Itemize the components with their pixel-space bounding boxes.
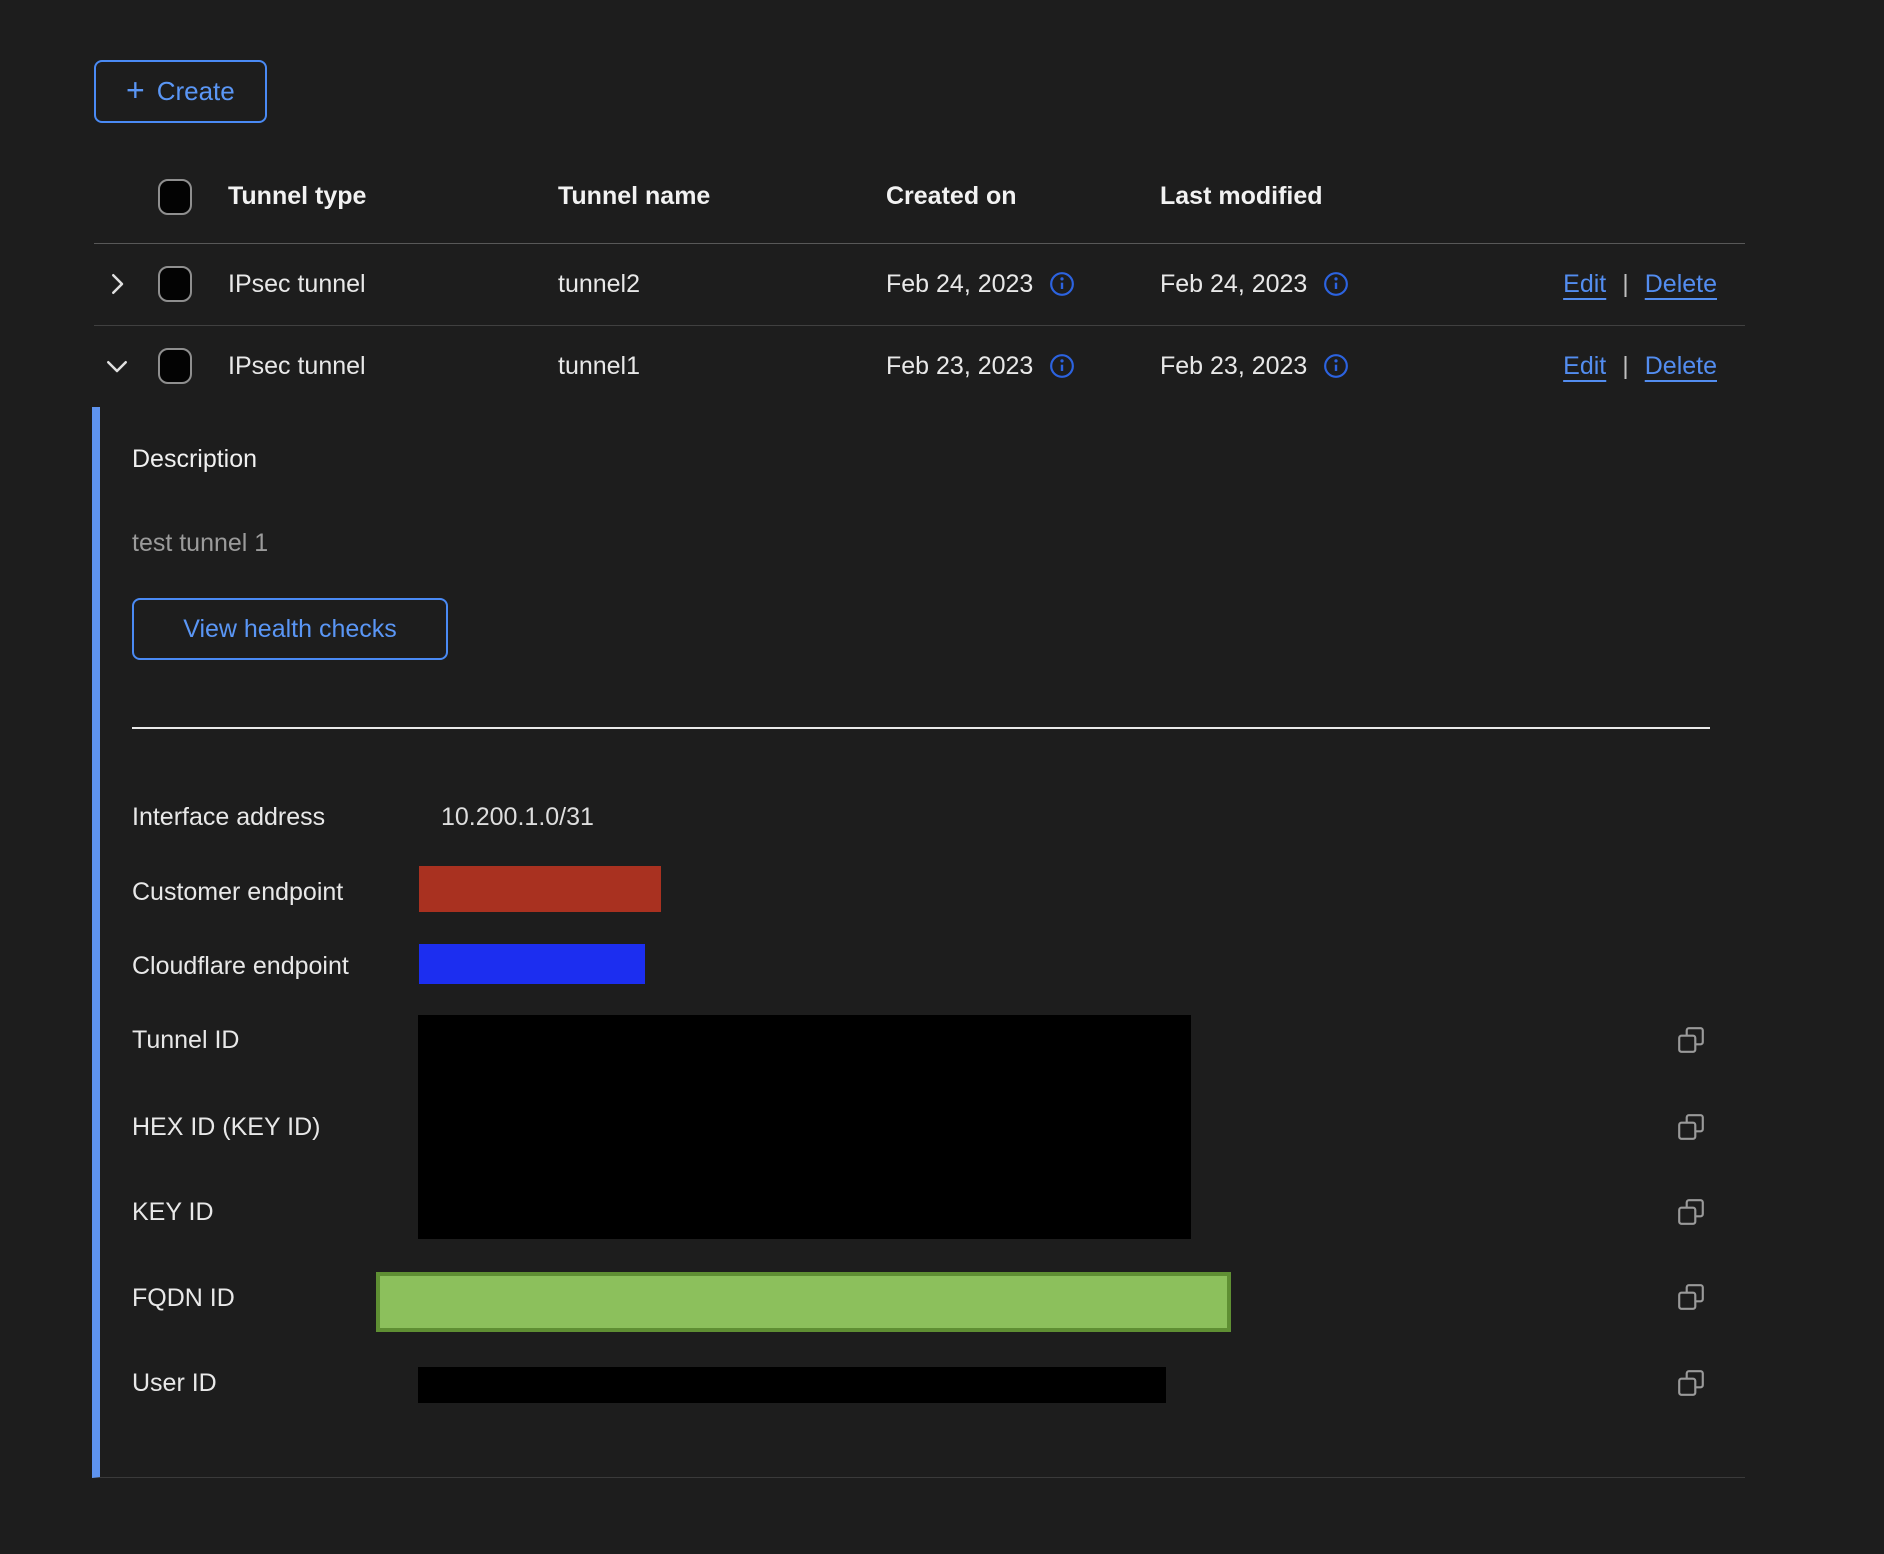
user-id-redacted-value xyxy=(418,1367,1166,1403)
delete-link[interactable]: Delete xyxy=(1645,270,1717,299)
edit-link[interactable]: Edit xyxy=(1563,352,1606,381)
tunnel-detail-panel: Description test tunnel 1 View health ch… xyxy=(92,407,1745,1478)
select-all-checkbox[interactable] xyxy=(158,179,192,215)
header-created-on: Created on xyxy=(886,182,1160,211)
table-header-row: Tunnel type Tunnel name Created on Last … xyxy=(94,150,1745,244)
created-date: Feb 23, 2023 xyxy=(886,352,1033,381)
tunnel-id-label: Tunnel ID xyxy=(132,1025,239,1055)
chevron-right-icon[interactable] xyxy=(102,269,132,299)
copy-icon[interactable] xyxy=(1676,1025,1706,1055)
modified-date: Feb 24, 2023 xyxy=(1160,270,1307,299)
view-health-checks-button[interactable]: View health checks xyxy=(132,598,448,660)
table-row: IPsec tunnel tunnel2 Feb 24, 2023 Feb 24… xyxy=(94,243,1745,326)
info-icon[interactable] xyxy=(1323,353,1349,379)
fqdn-id-redacted-value xyxy=(376,1272,1231,1332)
header-tunnel-name: Tunnel name xyxy=(558,182,886,211)
link-separator: | xyxy=(1622,270,1629,299)
tunnel-type-cell: IPsec tunnel xyxy=(228,270,558,299)
user-id-label: User ID xyxy=(132,1368,217,1398)
tunnel-name-cell: tunnel2 xyxy=(558,270,886,299)
row-checkbox[interactable] xyxy=(158,266,192,302)
created-date: Feb 24, 2023 xyxy=(886,270,1033,299)
info-icon[interactable] xyxy=(1049,353,1075,379)
hex-id-label: HEX ID (KEY ID) xyxy=(132,1112,320,1142)
chevron-down-icon[interactable] xyxy=(102,351,132,381)
cloudflare-endpoint-label: Cloudflare endpoint xyxy=(132,951,349,981)
cloudflare-endpoint-redacted-value xyxy=(419,944,645,984)
copy-icon[interactable] xyxy=(1676,1368,1706,1398)
customer-endpoint-label: Customer endpoint xyxy=(132,877,343,907)
table-row: IPsec tunnel tunnel1 Feb 23, 2023 Feb 23… xyxy=(94,325,1745,407)
link-separator: | xyxy=(1622,352,1629,381)
info-icon[interactable] xyxy=(1049,271,1075,297)
header-last-modified: Last modified xyxy=(1160,182,1745,211)
edit-link[interactable]: Edit xyxy=(1563,270,1606,299)
key-id-label: KEY ID xyxy=(132,1197,214,1227)
modified-date: Feb 23, 2023 xyxy=(1160,352,1307,381)
tunnel-name-cell: tunnel1 xyxy=(558,352,886,381)
row-checkbox[interactable] xyxy=(158,348,192,384)
delete-link[interactable]: Delete xyxy=(1645,352,1717,381)
copy-icon[interactable] xyxy=(1676,1197,1706,1227)
create-button-label: Create xyxy=(157,76,235,107)
ipsec-tunnels-panel: + Create Tunnel type Tunnel name Created… xyxy=(0,0,1884,1554)
copy-icon[interactable] xyxy=(1676,1112,1706,1142)
info-icon[interactable] xyxy=(1323,271,1349,297)
plus-icon: + xyxy=(126,74,145,106)
copy-icon[interactable] xyxy=(1676,1282,1706,1312)
header-tunnel-type: Tunnel type xyxy=(228,182,558,211)
interface-address-value: 10.200.1.0/31 xyxy=(441,802,594,832)
section-divider xyxy=(132,727,1710,729)
tunnel-type-cell: IPsec tunnel xyxy=(228,352,558,381)
description-label: Description xyxy=(132,445,257,474)
ids-redacted-value xyxy=(418,1015,1191,1239)
create-button[interactable]: + Create xyxy=(94,60,267,123)
description-value: test tunnel 1 xyxy=(132,529,268,558)
interface-address-label: Interface address xyxy=(132,802,325,832)
fqdn-id-label: FQDN ID xyxy=(132,1283,235,1313)
customer-endpoint-redacted-value xyxy=(419,866,661,912)
